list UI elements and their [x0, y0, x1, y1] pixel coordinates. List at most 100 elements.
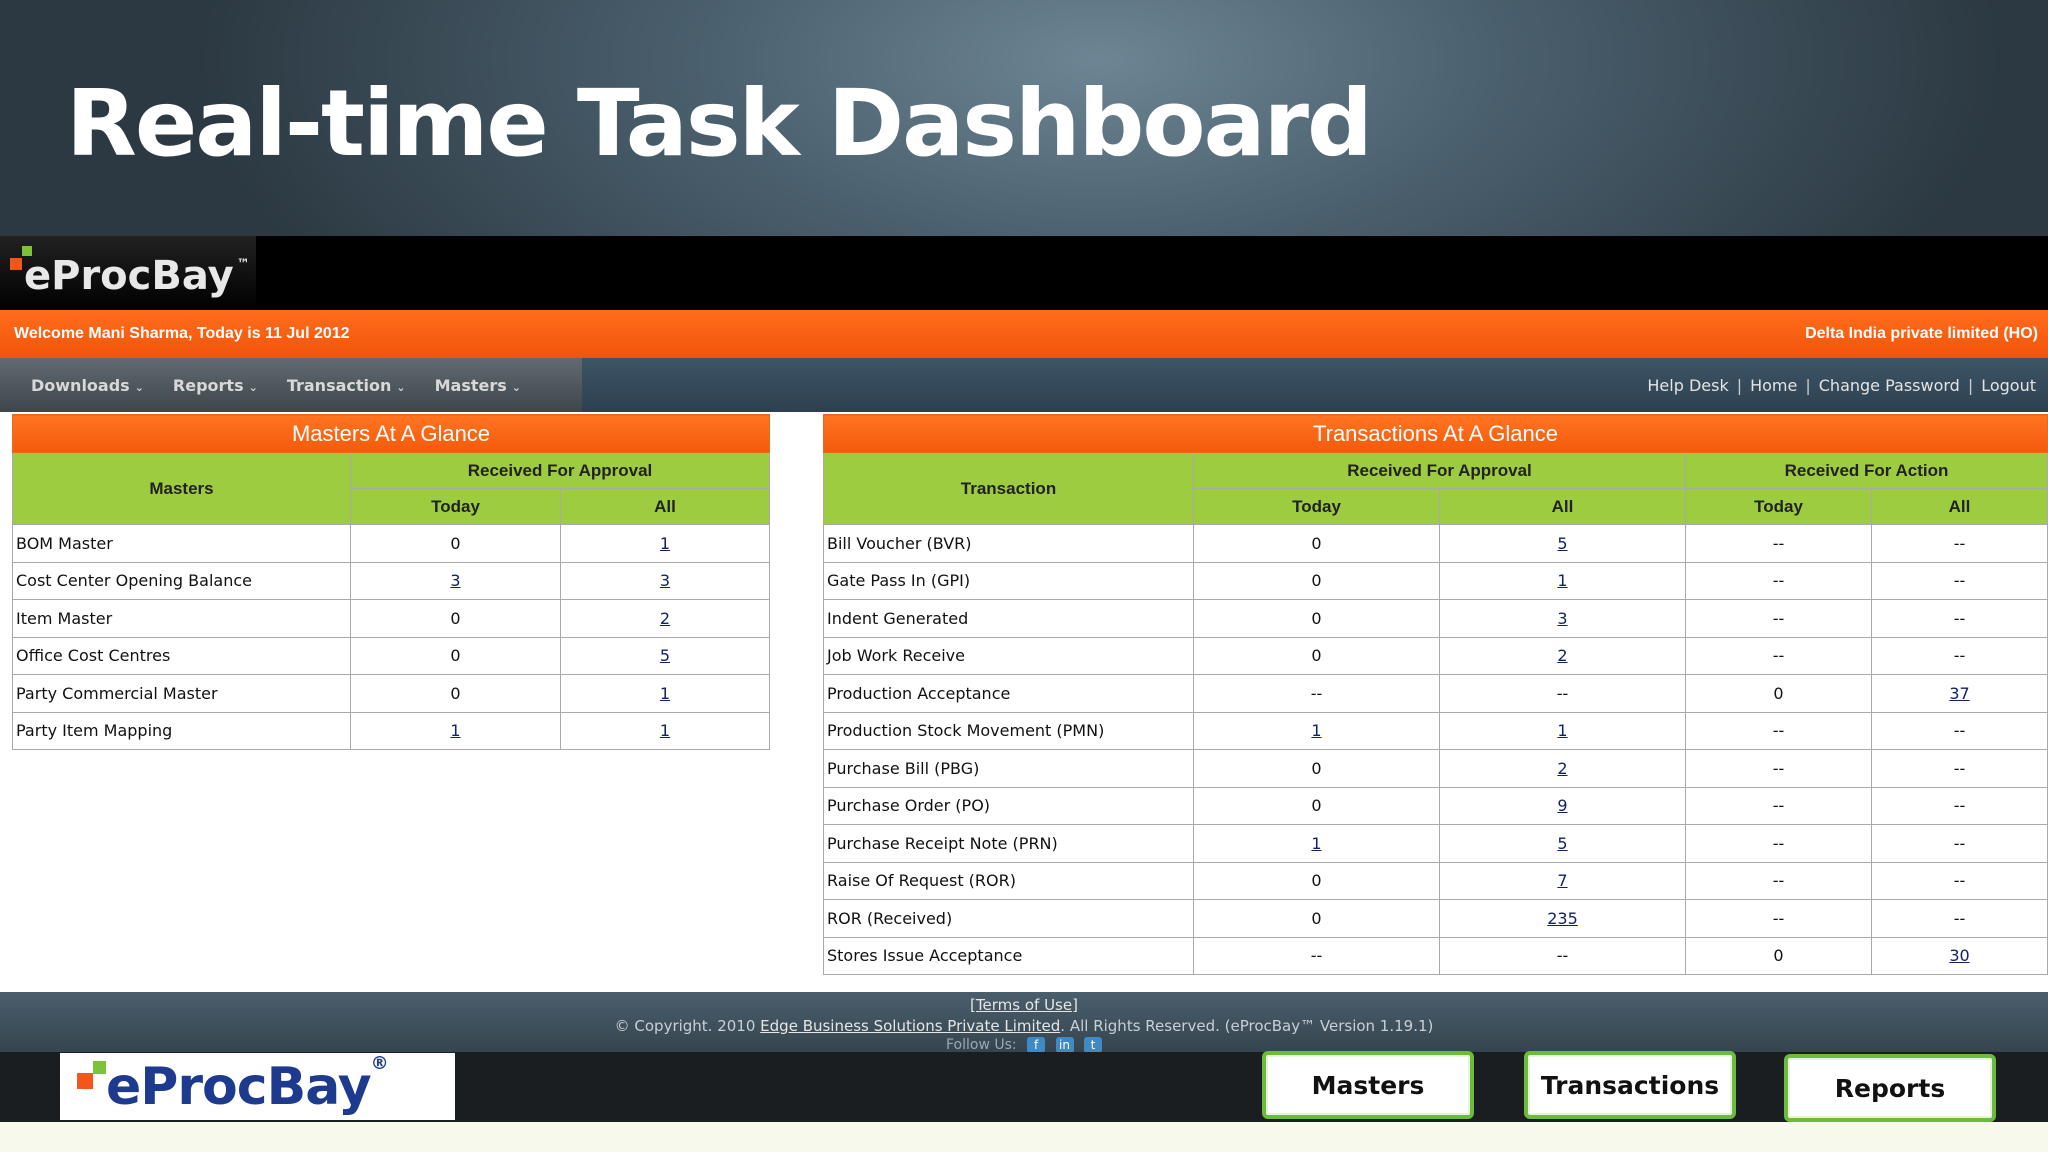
masters-button[interactable]: Masters [1262, 1051, 1474, 1119]
col-all: All [560, 488, 770, 525]
link-separator: | [1967, 375, 1974, 395]
approval-all-count-link[interactable]: 5 [1557, 834, 1567, 853]
change-password-link[interactable]: Change Password [1819, 376, 1960, 395]
transaction-name-value: ROR (Received) [827, 908, 953, 928]
approval-all-count-link[interactable]: 2 [1557, 646, 1567, 665]
action-today-count-value: 0 [1773, 946, 1784, 966]
today-count-link[interactable]: 1 [450, 721, 460, 740]
all-count-link[interactable]: 1 [660, 684, 670, 703]
action-today-count-value: -- [1772, 758, 1785, 778]
twitter-icon[interactable]: t [1083, 1037, 1102, 1052]
chevron-down-icon: ⌄ [511, 380, 521, 394]
all-count-cell: 5 [560, 636, 770, 675]
master-name-cell: Item Master [12, 599, 351, 638]
master-name-value: Item Master [16, 608, 113, 628]
action-today-count-cell: -- [1685, 636, 1872, 675]
all-count-link[interactable]: 3 [660, 571, 670, 590]
transaction-name-cell: Job Work Receive [823, 636, 1194, 675]
terms-of-use-link[interactable]: [Terms of Use] [970, 996, 1078, 1014]
action-today-count-value: -- [1772, 646, 1785, 666]
approval-all-count-link[interactable]: 3 [1557, 609, 1567, 628]
approval-today-count-cell: 0 [1193, 636, 1440, 675]
transactions-button[interactable]: Transactions [1524, 1051, 1736, 1119]
action-today-count-cell: -- [1685, 711, 1872, 750]
company-name: Delta India private limited (HO) [1805, 325, 2038, 342]
approval-today-count-link[interactable]: 1 [1311, 721, 1321, 740]
col-received-for-approval: Received For Approval [350, 452, 770, 489]
home-link[interactable]: Home [1750, 376, 1797, 395]
menu-reports[interactable]: Reports ⌄ [173, 376, 258, 395]
approval-all-count-cell: 9 [1439, 786, 1686, 825]
master-name-cell: Party Commercial Master [12, 674, 351, 713]
action-all-count-cell: -- [1871, 899, 2048, 938]
action-all-count-cell: 37 [1871, 674, 2048, 713]
action-all-count-cell: -- [1871, 824, 2048, 863]
logo-square-red-icon [77, 1073, 93, 1089]
approval-all-count-link[interactable]: 9 [1557, 796, 1567, 815]
all-count-link[interactable]: 5 [660, 646, 670, 665]
table-row: Purchase Order (PO) 0 9 -- -- [823, 786, 2048, 825]
action-all-count-cell: -- [1871, 861, 2048, 900]
transaction-name-cell: Indent Generated [823, 599, 1194, 638]
approval-today-count-cell: 0 [1193, 524, 1440, 563]
copyright-suffix: . All Rights Reserved. (eProcBay™ Versio… [1060, 1017, 1434, 1035]
action-today-count-cell: -- [1685, 749, 1872, 788]
logout-link[interactable]: Logout [1981, 376, 2036, 395]
table-row: Office Cost Centres 0 5 [12, 636, 770, 675]
all-count-link[interactable]: 1 [660, 534, 670, 553]
approval-all-count-value: -- [1556, 946, 1569, 966]
action-all-count-link[interactable]: 37 [1949, 684, 1969, 703]
all-count-link[interactable]: 2 [660, 609, 670, 628]
approval-all-count-link[interactable]: 2 [1557, 759, 1567, 778]
approval-all-count-cell: 235 [1439, 899, 1686, 938]
table-row: Purchase Receipt Note (PRN) 1 5 -- -- [823, 824, 2048, 863]
approval-all-count-link[interactable]: 1 [1557, 721, 1567, 740]
action-all-count-value: -- [1953, 646, 1966, 666]
table-row: Purchase Bill (PBG) 0 2 -- -- [823, 749, 2048, 788]
action-all-count-value: -- [1953, 721, 1966, 741]
welcome-bar: Welcome Mani Sharma, Today is 11 Jul 201… [0, 310, 2048, 358]
all-count-cell: 2 [560, 599, 770, 638]
table-row: Production Acceptance -- -- 0 37 [823, 674, 2048, 713]
approval-all-count-link[interactable]: 7 [1557, 871, 1567, 890]
menu-transaction[interactable]: Transaction ⌄ [287, 376, 406, 395]
col-approval-all: All [1439, 488, 1686, 525]
approval-today-count-cell: 1 [1193, 711, 1440, 750]
menu-masters[interactable]: Masters ⌄ [435, 376, 521, 395]
company-link[interactable]: Edge Business Solutions Private Limited [760, 1017, 1060, 1035]
today-count-cell: 0 [350, 674, 561, 713]
approval-today-count-value: 0 [1311, 908, 1322, 928]
app-logo[interactable]: eProcBay ™ [0, 236, 256, 310]
today-count-value: 0 [450, 646, 461, 666]
table-row: Gate Pass In (GPI) 0 1 -- -- [823, 561, 2048, 600]
linkedin-icon[interactable]: in [1055, 1037, 1074, 1052]
logo-square-red-icon [10, 258, 22, 270]
approval-today-count-link[interactable]: 1 [1311, 834, 1321, 853]
action-all-count-link[interactable]: 30 [1949, 946, 1969, 965]
all-count-cell: 3 [560, 561, 770, 600]
today-count-link[interactable]: 3 [450, 571, 460, 590]
all-count-cell: 1 [560, 674, 770, 713]
approval-all-count-link[interactable]: 235 [1547, 909, 1578, 928]
all-count-link[interactable]: 1 [660, 721, 670, 740]
approval-today-count-value: 0 [1311, 646, 1322, 666]
reports-button[interactable]: Reports [1784, 1054, 1996, 1122]
approval-today-count-cell: 0 [1193, 861, 1440, 900]
facebook-icon[interactable]: f [1027, 1037, 1046, 1052]
approval-today-count-value: 0 [1311, 871, 1322, 891]
approval-all-count-link[interactable]: 1 [1557, 571, 1567, 590]
today-count-cell: 0 [350, 524, 561, 563]
col-transaction: Transaction [823, 452, 1194, 525]
help-desk-link[interactable]: Help Desk [1647, 376, 1728, 395]
menu-downloads[interactable]: Downloads ⌄ [31, 376, 144, 395]
action-all-count-cell: -- [1871, 561, 2048, 600]
copyright: © Copyright. 2010 Edge Business Solution… [0, 1017, 2048, 1035]
transaction-name-value: Purchase Order (PO) [827, 796, 991, 816]
action-all-count-cell: -- [1871, 711, 2048, 750]
table-row: Production Stock Movement (PMN) 1 1 -- -- [823, 711, 2048, 750]
approval-today-count-value: 0 [1311, 796, 1322, 816]
approval-all-count-link[interactable]: 5 [1557, 534, 1567, 553]
table-row: Job Work Receive 0 2 -- -- [823, 636, 2048, 675]
action-all-count-cell: -- [1871, 749, 2048, 788]
today-count-cell: 1 [350, 711, 561, 750]
